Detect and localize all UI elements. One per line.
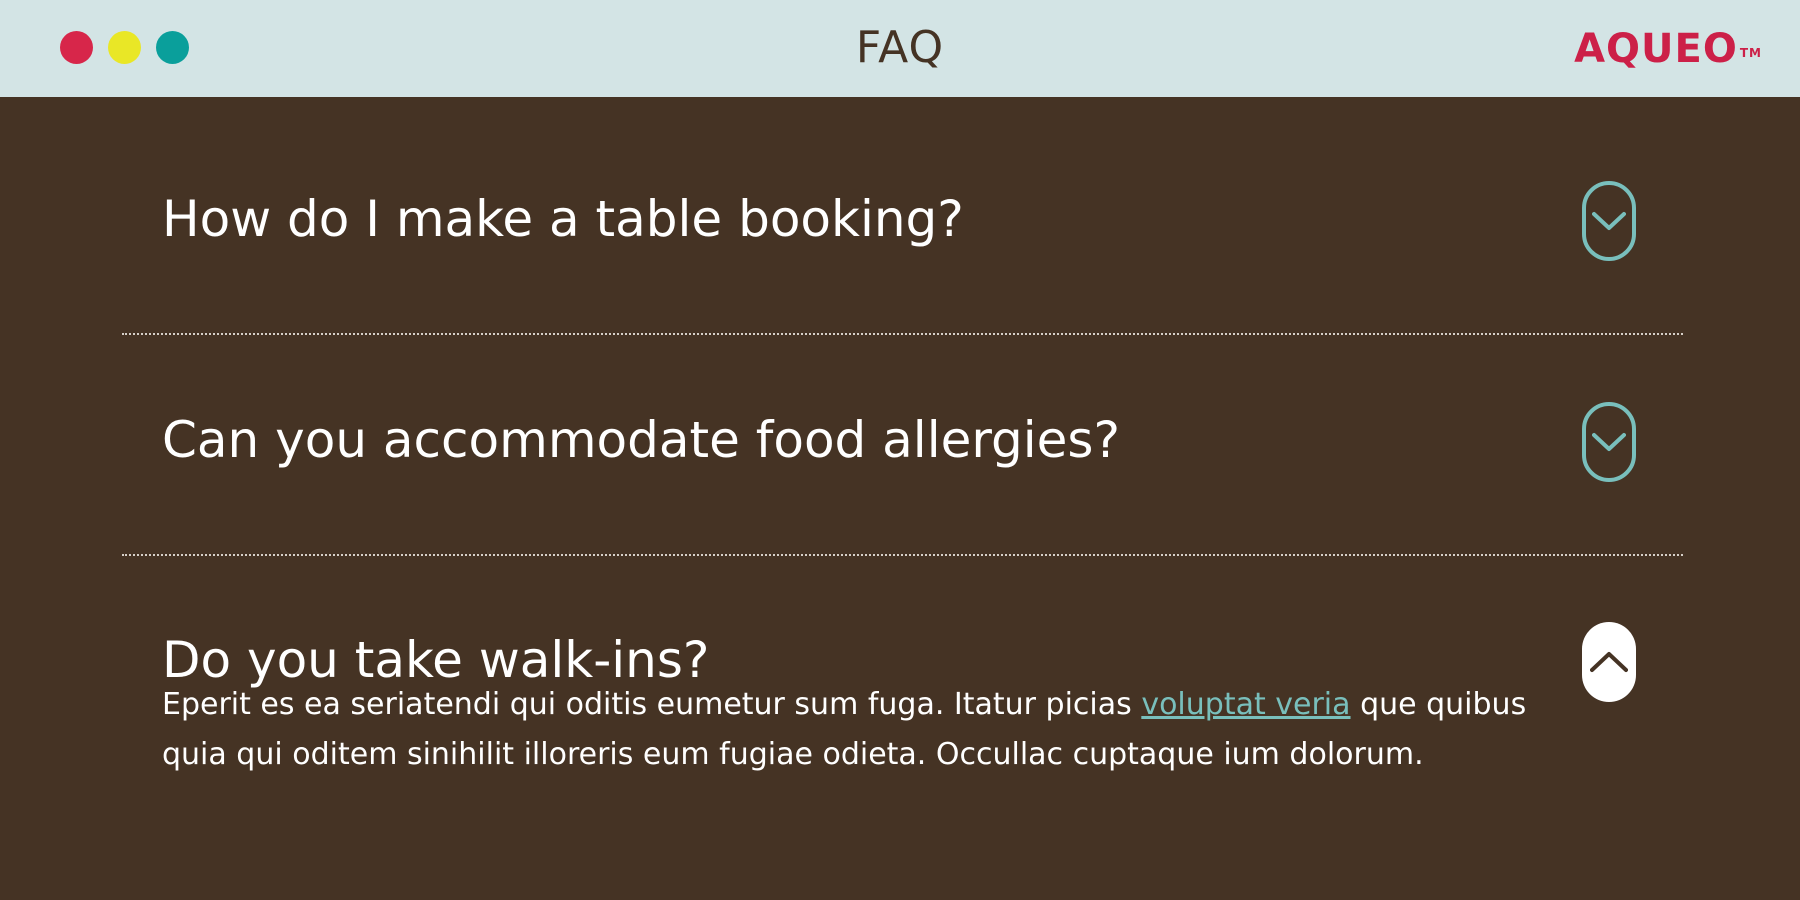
trademark-mark: TM <box>1739 46 1762 60</box>
answer-link[interactable]: voluptat veria <box>1141 687 1350 722</box>
page-title: FAQ <box>855 22 945 73</box>
brand-name: AQUEO <box>1574 26 1738 72</box>
faq-answer: Eperit es ea seriatendi qui oditis eumet… <box>162 680 1542 780</box>
faq-item: Can you accommodate food allergies? <box>122 335 1683 556</box>
answer-text: Eperit es ea seriatendi qui oditis eumet… <box>162 687 1142 722</box>
title-bar: FAQ AQUEO TM <box>0 0 1800 97</box>
faq-item: How do I make a table booking? <box>122 97 1683 335</box>
faq-item-expanded: Do you take walk-ins? Eperit es ea seria… <box>122 556 1683 896</box>
faq-toggle-button[interactable] <box>1582 622 1636 702</box>
faq-toggle-button[interactable] <box>1582 402 1636 482</box>
faq-toggle-button[interactable] <box>1582 181 1636 261</box>
chevron-down-icon <box>1592 212 1626 230</box>
faq-question[interactable]: How do I make a table booking? <box>162 189 964 249</box>
faq-question[interactable]: Can you accommodate food allergies? <box>162 410 1120 470</box>
chevron-down-icon <box>1592 433 1626 451</box>
chevron-up-icon <box>1590 652 1628 672</box>
faq-list: How do I make a table booking? Can you a… <box>0 97 1800 900</box>
brand-logo[interactable]: AQUEO TM <box>1574 26 1762 72</box>
